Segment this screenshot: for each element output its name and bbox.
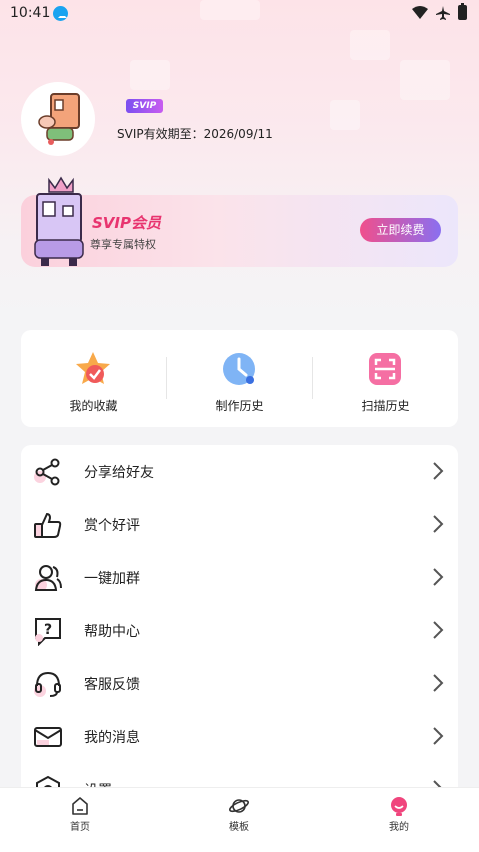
clock-icon [223,353,255,385]
share-icon [34,458,60,486]
nav-label: 模板 [229,822,249,833]
menu-item-rate[interactable]: 赏个好评 [21,498,458,551]
planet-icon [229,799,249,813]
renew-button[interactable]: 立即续费 [360,218,441,242]
status-bar: 10:41 [0,0,479,28]
nav-home[interactable]: 首页 [40,788,120,852]
bottom-nav: 首页 模板 我的 [0,787,479,852]
chevron-right-icon [433,515,444,533]
headset-icon [34,671,61,697]
menu-list: 分享给好友 赏个好评 一键加群 ? 帮助中心 客服反馈 我的消息 [21,445,458,805]
airplane-icon [436,5,450,20]
quick-item-label: 我的收藏 [69,399,118,413]
star-icon [76,352,110,384]
nav-profile[interactable]: 我的 [359,788,439,852]
chevron-right-icon [433,727,444,745]
menu-item-label: 分享给好友 [84,465,154,481]
menu-item-share[interactable]: 分享给好友 [21,445,458,498]
vip-banner-subtitle: 尊享专属特权 [90,238,156,251]
profile-icon [391,797,407,816]
vip-mascot-icon [34,176,84,266]
nav-label: 首页 [70,822,90,833]
menu-item-label: 一键加群 [84,571,140,587]
wifi-icon [412,5,428,19]
menu-item-join-group[interactable]: 一键加群 [21,551,458,604]
menu-item-label: 帮助中心 [84,624,140,640]
mascot-icon [38,93,80,145]
chevron-right-icon [433,568,444,586]
avatar[interactable] [21,82,95,156]
menu-item-help[interactable]: ? 帮助中心 [21,604,458,657]
download-icon [53,6,68,21]
menu-item-label: 客服反馈 [84,677,140,693]
svg-text:?: ? [44,622,52,638]
chevron-right-icon [433,462,444,480]
chevron-right-icon [433,621,444,639]
quick-item-history[interactable]: 制作历史 [167,330,312,427]
group-icon [34,565,62,591]
menu-item-messages[interactable]: 我的消息 [21,710,458,763]
svip-badge: SVIP [126,99,163,113]
mail-icon [34,727,62,747]
quick-item-label: 扫描历史 [361,399,410,413]
help-icon: ? [35,618,61,646]
vip-banner-title: SVIP会员 [92,214,161,232]
nav-templates[interactable]: 模板 [199,788,279,852]
thumbs-up-icon [34,512,62,538]
header-background [0,0,479,330]
menu-item-feedback[interactable]: 客服反馈 [21,657,458,710]
battery-icon [458,3,467,20]
nav-label: 我的 [389,822,409,833]
svip-expire-text: SVIP有效期至：2026/09/11 [117,127,273,141]
quick-item-favorites[interactable]: 我的收藏 [21,330,166,427]
menu-item-label: 赏个好评 [84,518,140,534]
status-time: 10:41 [10,5,51,21]
scan-icon [369,353,401,385]
quick-item-label: 制作历史 [215,399,264,413]
chevron-right-icon [433,674,444,692]
menu-item-label: 我的消息 [84,730,140,746]
home-icon [72,797,88,815]
quick-actions-card: 我的收藏 制作历史 扫描历史 [21,330,458,427]
quick-item-scan-history[interactable]: 扫描历史 [313,330,458,427]
